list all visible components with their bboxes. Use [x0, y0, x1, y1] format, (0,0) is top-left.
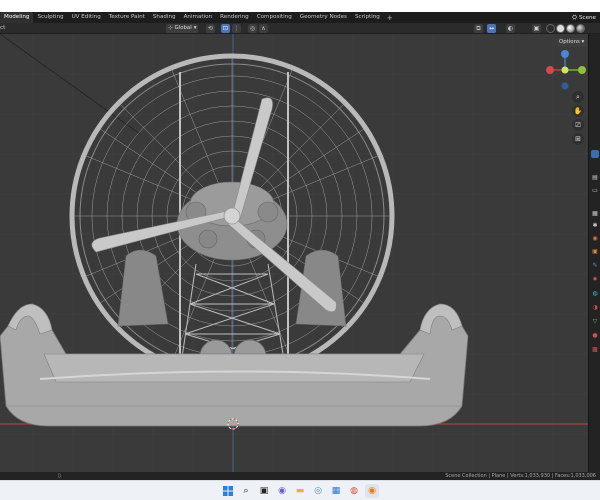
scene-selector[interactable]: ⛭ Scene: [572, 12, 600, 23]
tab-animation[interactable]: Animation: [180, 12, 217, 23]
world-properties-icon[interactable]: ◉: [591, 235, 599, 243]
falloff-icon[interactable]: ∧: [259, 24, 268, 33]
camera-icon[interactable]: ⎚: [572, 119, 584, 131]
chrome-icon[interactable]: ◍: [347, 484, 361, 498]
visibility-icon[interactable]: ⧉: [474, 24, 483, 33]
transform-orientation-dropdown[interactable]: ⊹ Global ▾: [166, 24, 199, 33]
tab-shading[interactable]: Shading: [149, 12, 180, 23]
modifier-properties-icon[interactable]: ✎: [591, 262, 599, 270]
constraints-properties-icon[interactable]: ◑: [591, 304, 599, 312]
tab-texture-paint[interactable]: Texture Paint: [105, 12, 149, 23]
properties-tab-strip: ▤ ▭ ▦ ✱ ◉ ▣ ✎ ✸ ◍ ◑ ▽ ● ▩: [588, 34, 600, 472]
airboat-model: [0, 53, 469, 427]
output-properties-icon[interactable]: ▭: [591, 187, 599, 195]
render-properties-icon[interactable]: ▤: [591, 174, 599, 182]
options-label: Options: [559, 39, 580, 45]
options-dropdown[interactable]: Options ▾: [556, 38, 588, 47]
tab-uv-editing[interactable]: UV Editing: [68, 12, 105, 23]
select-menu[interactable]: ct: [0, 23, 5, 34]
snap-target-icon[interactable]: ⋮: [232, 24, 241, 33]
chat-icon[interactable]: ◉: [275, 484, 289, 498]
navigation-gizmo[interactable]: [546, 50, 586, 90]
workspace-tab-bar: Modeling Sculpting UV Editing Texture Pa…: [0, 12, 600, 23]
windows-start-icon[interactable]: [221, 484, 235, 498]
material-shading-icon[interactable]: [566, 24, 575, 33]
edge-icon[interactable]: ◎: [311, 484, 325, 498]
rendered-shading-icon[interactable]: [576, 24, 585, 33]
chevron-down-icon: ▾: [193, 25, 197, 31]
view-layer-icon[interactable]: ▦: [591, 210, 599, 218]
snap-toggle-icon[interactable]: ⊡: [221, 24, 230, 33]
data-properties-icon[interactable]: ▽: [591, 318, 599, 326]
solid-shading-icon[interactable]: [556, 24, 565, 33]
object-properties-icon[interactable]: ▣: [591, 248, 599, 256]
scene-statistics: Scene Collection | Plane | Verts:1,033,9…: [445, 473, 596, 479]
propeller-hub: [223, 207, 241, 225]
material-properties-icon[interactable]: ●: [591, 332, 599, 340]
xray-toggle-icon[interactable]: ▣: [532, 24, 541, 33]
tab-sculpting[interactable]: Sculpting: [33, 12, 67, 23]
status-bar: ▯ Scene Collection | Plane | Verts:1,033…: [0, 472, 600, 480]
tab-modeling[interactable]: Modeling: [0, 12, 34, 23]
3d-viewport[interactable]: Options ▾ ⌕ ✋ ⎚ ⊞: [0, 34, 588, 472]
add-workspace-button[interactable]: +: [384, 14, 396, 22]
overlay-toggle-icon[interactable]: ◐: [506, 24, 515, 33]
scene-properties-icon[interactable]: ✱: [591, 222, 599, 230]
search-icon[interactable]: ⌕: [239, 484, 253, 498]
physics-properties-icon[interactable]: ◍: [591, 290, 599, 298]
texture-properties-icon[interactable]: ▩: [591, 346, 599, 354]
viewport-header: ct ⊹ Global ▾ ⟲ ⊡ ⋮ ◎ ∧ ⧉ ↔ ◐ ▣: [0, 23, 600, 34]
tab-rendering[interactable]: Rendering: [216, 12, 253, 23]
grid-icon[interactable]: ⊞: [572, 133, 584, 145]
tab-geometry-nodes[interactable]: Geometry Nodes: [296, 12, 351, 23]
pan-hand-icon[interactable]: ✋: [572, 105, 584, 117]
proportional-edit-icon[interactable]: ◎: [248, 24, 257, 33]
shading-mode-group: [546, 24, 585, 33]
transform-orientation-label: Global: [174, 25, 192, 31]
viewport-canvas: [0, 34, 588, 472]
wireframe-shading-icon[interactable]: [546, 24, 555, 33]
gizmo-toggle-icon[interactable]: ↔: [487, 24, 496, 33]
task-view-icon[interactable]: ▣: [257, 484, 271, 498]
tab-compositing[interactable]: Compositing: [253, 12, 296, 23]
window-top-strip: [0, 0, 600, 12]
scene-label: Scene: [578, 14, 596, 21]
hull-deck: [43, 353, 425, 383]
mouse-icon: ▯: [58, 473, 61, 479]
tab-scripting[interactable]: Scripting: [351, 12, 384, 23]
windows-taskbar: ⌕ ▣ ◉ ▬ ◎ ▦ ◍ ◉: [0, 480, 600, 500]
zoom-icon[interactable]: ⌕: [572, 91, 584, 103]
store-icon[interactable]: ▦: [329, 484, 343, 498]
blender-icon[interactable]: ◉: [365, 483, 379, 498]
orientation-icon: ⊹: [168, 25, 173, 31]
camera-guide-line: [0, 34, 141, 135]
particles-properties-icon[interactable]: ✸: [591, 276, 599, 284]
pivot-point-icon[interactable]: ⟲: [206, 24, 215, 33]
tool-tab-icon[interactable]: [591, 150, 599, 158]
file-explorer-icon[interactable]: ▬: [293, 484, 307, 498]
scene-icon: ⛭: [572, 13, 577, 21]
